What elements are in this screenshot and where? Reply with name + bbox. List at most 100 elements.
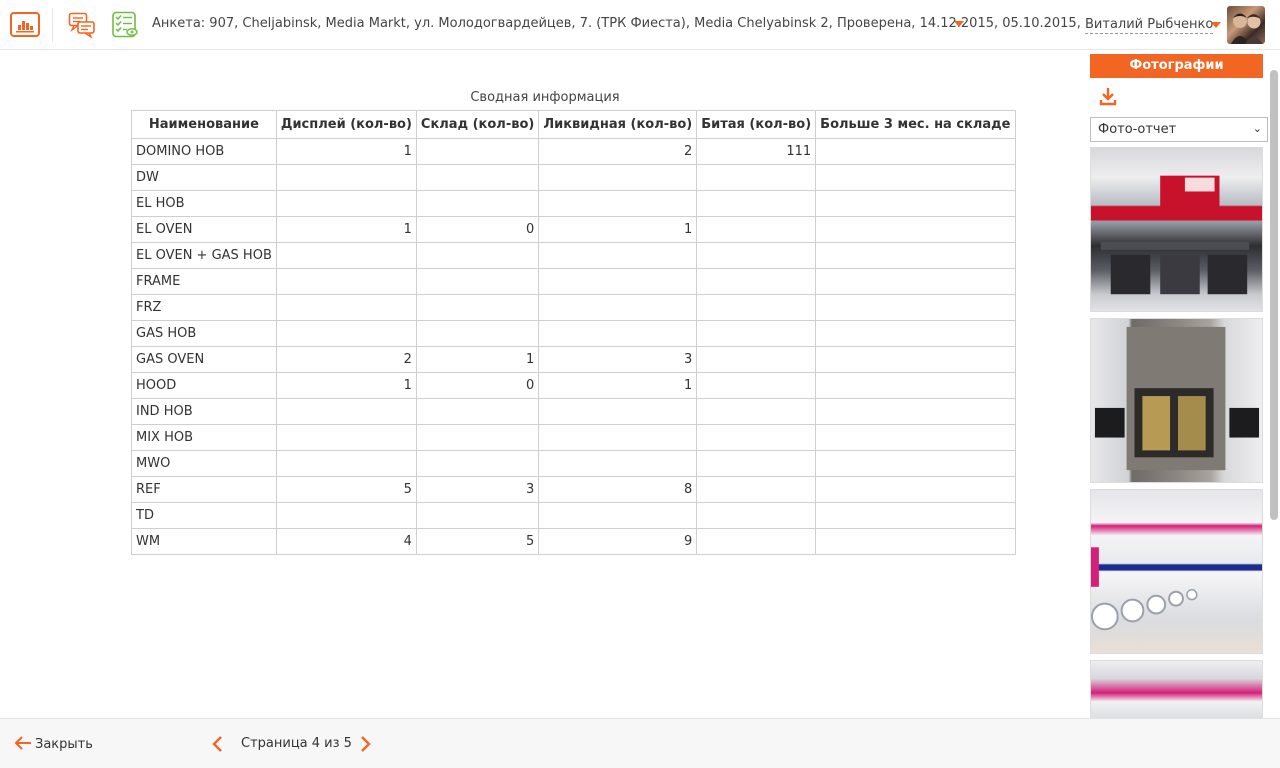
table-row: DOMINO HOB 1 2 111 — [131, 138, 1016, 165]
prev-page-icon[interactable] — [211, 735, 225, 753]
value-cell — [815, 424, 1016, 451]
value-cell: 3 — [415, 476, 540, 503]
value-cell — [696, 242, 817, 269]
value-cell — [696, 372, 817, 399]
download-icon[interactable] — [1099, 87, 1117, 107]
value-cell — [696, 320, 817, 347]
value-cell — [538, 398, 698, 425]
column-header: Битая (кол-во) — [696, 110, 817, 139]
value-cell: 1 — [538, 216, 698, 243]
value-cell: 5 — [415, 528, 540, 555]
chevron-down-icon[interactable] — [954, 21, 964, 27]
bottom-bar: Закрыть Страница 4 из 5 — [0, 718, 1280, 768]
table-row: EL HOB — [131, 190, 1016, 217]
value-cell — [275, 502, 417, 529]
row-name-cell: TD — [131, 502, 277, 529]
table-row: FRAME — [131, 268, 1016, 295]
value-cell: 5 — [275, 476, 417, 503]
chat-icon[interactable] — [68, 12, 96, 40]
column-header: Больше 3 мес. на складе — [815, 110, 1016, 139]
table-header-row: Наименование Дисплей (кол-во) Склад (кол-в… — [131, 110, 1016, 139]
row-name-cell: DOMINO HOB — [131, 138, 277, 165]
value-cell — [815, 528, 1016, 555]
store-photo-1[interactable] — [1090, 147, 1263, 312]
arrow-left-icon — [14, 735, 32, 751]
value-cell: 0 — [415, 372, 540, 399]
value-cell — [415, 294, 540, 321]
value-cell — [415, 398, 540, 425]
value-cell: 2 — [538, 138, 698, 165]
value-cell — [696, 450, 817, 477]
row-name-cell: EL HOB — [131, 190, 277, 217]
user-menu-chevron-icon[interactable] — [1211, 22, 1221, 28]
value-cell — [275, 398, 417, 425]
value-cell — [815, 294, 1016, 321]
value-cell — [696, 398, 817, 425]
column-header: Дисплей (кол-во) — [275, 110, 417, 139]
row-name-cell: IND HOB — [131, 398, 277, 425]
row-name-cell: WM — [131, 528, 277, 555]
table-row: HOOD 1 0 1 — [131, 372, 1016, 399]
value-cell — [538, 164, 698, 191]
table-row: MWO — [131, 450, 1016, 477]
value-cell: 1 — [275, 216, 417, 243]
table-row: TD — [131, 502, 1016, 529]
value-cell — [415, 190, 540, 217]
value-cell: 1 — [275, 372, 417, 399]
next-page-icon[interactable] — [358, 735, 372, 753]
value-cell: 1 — [275, 138, 417, 165]
close-button[interactable]: Закрыть — [14, 735, 93, 755]
value-cell — [538, 450, 698, 477]
value-cell — [815, 216, 1016, 243]
user-name[interactable]: Виталий Рыбченко — [1085, 17, 1214, 34]
store-photo-2[interactable] — [1090, 318, 1263, 483]
value-cell — [815, 268, 1016, 295]
value-cell — [815, 138, 1016, 165]
store-photo-4[interactable] — [1090, 660, 1263, 720]
scrollbar[interactable] — [1270, 70, 1278, 520]
row-name-cell: MWO — [131, 450, 277, 477]
photos-tab[interactable]: Фотографии — [1090, 54, 1263, 78]
row-name-cell: DW — [131, 164, 277, 191]
checklist-icon[interactable] — [111, 11, 139, 39]
table-row: DW — [131, 164, 1016, 191]
row-name-cell: GAS OVEN — [131, 346, 277, 373]
avatar[interactable] — [1227, 6, 1265, 44]
photo-type-select[interactable]: Фото-отчет ⌄ — [1090, 117, 1268, 142]
summary-table: Наименование Дисплей (кол-во) Склад (кол-в… — [131, 110, 1016, 555]
value-cell: 1 — [415, 346, 540, 373]
value-cell: 111 — [696, 138, 817, 165]
table-row: EL OVEN 1 0 1 — [131, 216, 1016, 243]
value-cell — [815, 398, 1016, 425]
table-row: WM 4 5 9 — [131, 528, 1016, 555]
value-cell — [415, 242, 540, 269]
value-cell — [538, 268, 698, 295]
table-row: IND HOB — [131, 398, 1016, 425]
value-cell — [696, 424, 817, 451]
value-cell — [696, 476, 817, 503]
bar-chart-icon[interactable] — [10, 12, 40, 37]
column-header: Ликвидная (кол-во) — [538, 110, 698, 139]
value-cell: 8 — [538, 476, 698, 503]
value-cell — [415, 424, 540, 451]
value-cell: 3 — [538, 346, 698, 373]
value-cell — [415, 502, 540, 529]
column-header: Наименование — [131, 110, 277, 139]
value-cell — [275, 320, 417, 347]
value-cell — [815, 164, 1016, 191]
value-cell — [696, 294, 817, 321]
value-cell — [815, 320, 1016, 347]
table-row: GAS OVEN 2 1 3 — [131, 346, 1016, 373]
store-photo-3[interactable] — [1090, 489, 1263, 654]
value-cell — [696, 268, 817, 295]
row-name-cell: FRZ — [131, 294, 277, 321]
value-cell — [415, 138, 540, 165]
value-cell — [415, 320, 540, 347]
value-cell — [415, 164, 540, 191]
row-name-cell: MIX HOB — [131, 424, 277, 451]
top-bar: Анкета: 907, Cheljabinsk, Media Markt, у… — [0, 0, 1280, 50]
table-row: REF 5 3 8 — [131, 476, 1016, 503]
value-cell — [275, 424, 417, 451]
survey-title[interactable]: Анкета: 907, Cheljabinsk, Media Markt, у… — [152, 16, 1081, 31]
row-name-cell: EL OVEN + GAS HOB — [131, 242, 277, 269]
